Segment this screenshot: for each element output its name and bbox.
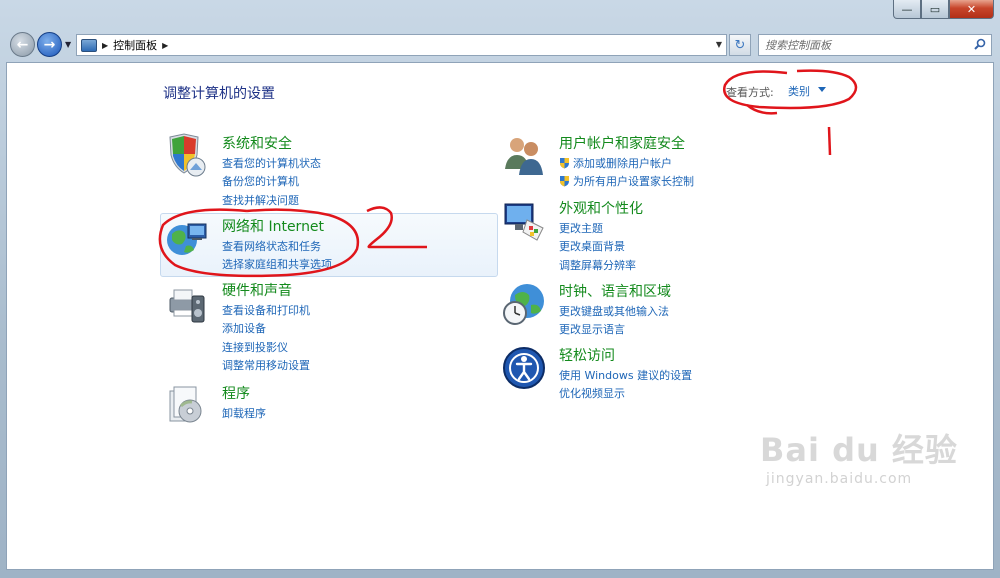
category-title[interactable]: 硬件和声音	[222, 280, 292, 300]
link-backup-computer[interactable]: 备份您的计算机	[222, 173, 321, 191]
category-title[interactable]: 系统和安全	[222, 133, 292, 153]
breadcrumb-separator-icon[interactable]: ▶	[102, 41, 108, 50]
clock-globe-icon	[503, 284, 544, 325]
link-windows-recommended-settings[interactable]: 使用 Windows 建议的设置	[559, 367, 692, 385]
link-troubleshoot[interactable]: 查找并解决问题	[222, 192, 321, 210]
link-parental-controls[interactable]: 为所有用户设置家长控制	[559, 173, 694, 191]
link-change-theme[interactable]: 更改主题	[559, 220, 636, 238]
category-title[interactable]: 时钟、语言和区域	[559, 281, 671, 301]
view-by-dropdown[interactable]: 类别	[788, 83, 810, 99]
programs-icon	[169, 386, 202, 423]
users-icon	[505, 138, 543, 175]
category-title[interactable]: 外观和个性化	[559, 198, 643, 218]
link-add-device[interactable]: 添加设备	[222, 320, 310, 338]
page-title: 调整计算机的设置	[163, 86, 275, 102]
link-change-display-language[interactable]: 更改显示语言	[559, 321, 669, 339]
caption-buttons: — ▭ ✕	[893, 0, 994, 19]
link-change-background[interactable]: 更改桌面背景	[559, 238, 636, 256]
address-bar[interactable]: ▶ 控制面板 ▶ ▼	[76, 34, 727, 56]
link-label: 添加或删除用户帐户	[573, 157, 672, 170]
link-screen-resolution[interactable]: 调整屏幕分辨率	[559, 257, 636, 275]
maximize-button[interactable]: ▭	[921, 0, 949, 19]
uac-shield-icon	[560, 176, 569, 187]
category-title[interactable]: 程序	[222, 383, 250, 403]
link-connect-projector[interactable]: 连接到投影仪	[222, 339, 310, 357]
link-change-keyboard[interactable]: 更改键盘或其他输入法	[559, 303, 669, 321]
link-add-remove-accounts[interactable]: 添加或删除用户帐户	[559, 155, 694, 173]
navigation-bar: ← → ▼ ▶ 控制面板 ▶ ▼ ↻	[0, 28, 1000, 62]
control-panel-window: — ▭ ✕ ← → ▼ ▶ 控制面板 ▶ ▼ ↻ 调整计算机的设置 查看方式: …	[0, 0, 1000, 578]
minimize-button[interactable]: —	[893, 0, 921, 19]
network-icon	[167, 223, 207, 255]
breadcrumb-chevron-icon[interactable]: ▶	[162, 41, 168, 50]
shield-icon	[169, 133, 206, 177]
forward-button[interactable]: →	[37, 32, 62, 57]
search-box[interactable]	[758, 34, 992, 56]
title-bar: — ▭ ✕	[0, 0, 1000, 28]
category-title[interactable]: 用户帐户和家庭安全	[559, 133, 685, 153]
view-by-label: 查看方式:	[726, 86, 774, 99]
back-button[interactable]: ←	[10, 32, 35, 57]
link-mobility-settings[interactable]: 调整常用移动设置	[222, 357, 310, 375]
link-devices-printers[interactable]: 查看设备和打印机	[222, 302, 310, 320]
appearance-icon	[504, 203, 544, 241]
baidu-watermark: Bai du 经验 jingyan.baidu.com	[760, 425, 958, 487]
close-button[interactable]: ✕	[949, 0, 994, 19]
printer-icon	[169, 289, 205, 323]
annotation-tail-viewby	[746, 104, 778, 115]
content-pane: 调整计算机的设置 查看方式: 类别 系统和安全 查看您的计算机状态 备份您的计算…	[6, 62, 994, 570]
search-input[interactable]	[759, 35, 959, 55]
uac-shield-icon	[560, 158, 569, 169]
watermark-brand: Bai du 经验	[760, 431, 958, 469]
link-label: 为所有用户设置家长控制	[573, 175, 694, 189]
chevron-down-icon[interactable]	[818, 87, 826, 92]
address-dropdown-icon[interactable]: ▼	[716, 40, 722, 49]
annotation-mark-1	[827, 126, 832, 156]
link-view-computer-status[interactable]: 查看您的计算机状态	[222, 155, 321, 173]
search-icon[interactable]	[974, 38, 986, 50]
link-optimize-video-display[interactable]: 优化视频显示	[559, 385, 692, 403]
control-panel-icon	[81, 38, 97, 52]
link-homegroup-sharing[interactable]: 选择家庭组和共享选项	[222, 256, 332, 274]
breadcrumb-control-panel[interactable]: 控制面板	[113, 37, 157, 53]
link-network-status[interactable]: 查看网络状态和任务	[222, 238, 332, 256]
recent-pages-button[interactable]: ▼	[65, 40, 71, 49]
watermark-url: jingyan.baidu.com	[766, 471, 913, 487]
ease-of-access-icon	[503, 347, 545, 389]
category-title[interactable]: 轻松访问	[559, 345, 615, 365]
category-title[interactable]: 网络和 Internet	[222, 216, 324, 236]
link-uninstall-program[interactable]: 卸载程序	[222, 405, 266, 423]
refresh-button[interactable]: ↻	[729, 34, 751, 56]
